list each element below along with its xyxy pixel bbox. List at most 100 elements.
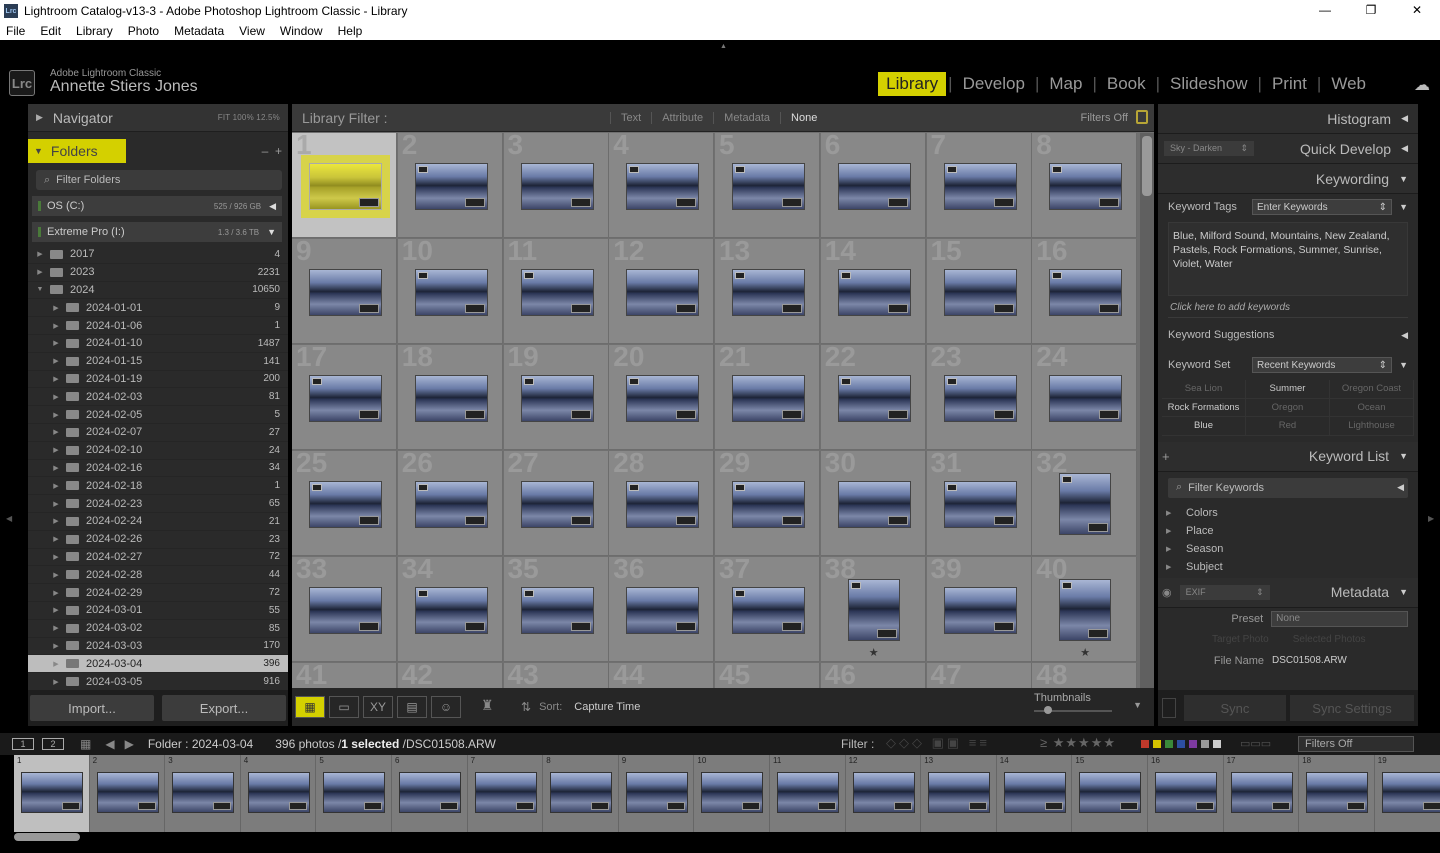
thumbnail-badges-icon[interactable] <box>993 304 1014 313</box>
expanded-triangle-icon[interactable]: ▼ <box>34 286 46 293</box>
filmstrip-cell[interactable]: 18 <box>1299 755 1375 832</box>
grid-cell[interactable]: 2 <box>397 133 503 238</box>
collapsed-triangle-icon[interactable]: ▶ <box>34 250 46 258</box>
folder-row[interactable]: ▶ 2024-02-27 72 <box>28 549 288 567</box>
photo-thumbnail[interactable] <box>837 375 911 422</box>
file-name-value[interactable]: DSC01508.ARW <box>1272 655 1347 666</box>
filmstrip-thumbnail[interactable] <box>399 772 461 813</box>
collapsed-triangle-icon[interactable]: ▶ <box>1166 545 1176 553</box>
main-window-button[interactable]: 1 <box>12 738 34 750</box>
thumbnail-badges-icon[interactable] <box>359 198 379 207</box>
thumbnail-badges-icon[interactable] <box>464 198 485 207</box>
grid-cell[interactable]: 6 <box>820 133 926 238</box>
label-color-blue[interactable] <box>1177 740 1185 748</box>
photo-thumbnail[interactable] <box>626 163 700 210</box>
filter-mode-attribute[interactable]: Attribute <box>651 112 713 124</box>
photo-thumbnail[interactable] <box>301 155 390 218</box>
keyword-suggestions-row[interactable]: Keyword Suggestions ◀ <box>1158 322 1418 348</box>
metadata-badge-icon[interactable] <box>523 590 534 597</box>
histogram-header[interactable]: Histogram ◀ <box>1158 104 1418 134</box>
grid-cell[interactable]: 25 <box>292 447 398 556</box>
filmstrip-thumbnail[interactable] <box>474 772 537 813</box>
filter-keywords-field[interactable]: ⌕ Filter Keywords ◀ <box>1168 477 1408 498</box>
grid-cell[interactable]: 21 <box>715 341 821 450</box>
collapsed-triangle-icon[interactable]: ▶ <box>1166 527 1176 535</box>
metadata-header[interactable]: ◉ EXIF ⇕ Metadata ▼ <box>1158 577 1418 608</box>
folder-row[interactable]: ▶ 2024-01-15 141 <box>28 353 288 371</box>
folder-row[interactable]: ▶ 2024-01-19 200 <box>28 371 288 389</box>
keyword-set-item[interactable]: Lighthouse <box>1330 417 1414 436</box>
metadata-badge-icon[interactable] <box>840 272 851 279</box>
menu-edit[interactable]: Edit <box>40 24 61 38</box>
module-develop[interactable]: Develop <box>955 72 1033 96</box>
metadata-badge-icon[interactable] <box>735 272 745 279</box>
thumbnail-badges-icon[interactable] <box>887 516 908 525</box>
grid-cell[interactable]: 35 <box>503 553 609 662</box>
thumbnail-badges-icon[interactable] <box>993 622 1014 631</box>
grid-cell[interactable]: 27 <box>503 447 609 556</box>
folder-row[interactable]: ▶ 2024-03-01 55 <box>28 602 288 620</box>
navigator-header[interactable]: ▶ Navigator FIT 100% 12.5% <box>28 104 288 132</box>
module-web[interactable]: Web <box>1323 72 1374 96</box>
thumbnail-badges-icon[interactable] <box>887 304 908 313</box>
keyword-set-item[interactable]: Ocean <box>1330 398 1414 417</box>
star-rating-icon[interactable]: ★ <box>1080 646 1090 659</box>
keyword-list-item[interactable]: ▶ Season <box>1158 540 1418 558</box>
photo-thumbnail[interactable] <box>732 587 805 634</box>
keywords-textarea[interactable]: Blue, Milford Sound, Mountains, New Zeal… <box>1168 222 1408 296</box>
collapsed-triangle-icon[interactable]: ▶ <box>50 517 62 525</box>
grid-cell[interactable]: 48 <box>1032 659 1138 688</box>
metadata-badge-icon[interactable] <box>1052 272 1063 279</box>
collapsed-triangle-icon[interactable]: ▶ <box>50 411 62 419</box>
grid-cell[interactable]: 23 <box>926 341 1032 450</box>
folder-row[interactable]: ▶ 2017 4 <box>28 246 288 264</box>
photo-thumbnail[interactable] <box>414 587 488 634</box>
filter-presets-dropdown[interactable]: Filters Off <box>1081 112 1128 124</box>
grid-cell[interactable]: 45 <box>715 659 821 688</box>
thumbnail-badges-icon[interactable] <box>782 304 802 313</box>
photo-thumbnail[interactable] <box>732 375 805 422</box>
filmstrip-thumbnail[interactable] <box>1003 772 1066 813</box>
photo-thumbnail[interactable] <box>414 163 488 210</box>
survey-view-icon[interactable]: ▤ <box>397 696 427 718</box>
collapsed-triangle-icon[interactable]: ▶ <box>50 553 62 561</box>
collapsed-triangle-icon[interactable]: ▶ <box>50 642 62 650</box>
keyword-list-item[interactable]: ▶ Place <box>1158 522 1418 540</box>
filter-mode-text[interactable]: Text <box>610 112 651 124</box>
filter-mode-metadata[interactable]: Metadata <box>713 112 780 124</box>
grid-scrollbar-thumb[interactable] <box>1142 136 1152 196</box>
minimize-button[interactable]: — <box>1302 0 1348 22</box>
forward-arrow-icon[interactable]: ▶ <box>125 737 134 751</box>
filter-folders-field[interactable]: ⌕ Filter Folders <box>36 170 282 190</box>
eye-icon[interactable]: ◉ <box>1162 586 1172 599</box>
metadata-badge-icon[interactable] <box>417 590 428 597</box>
lock-icon[interactable] <box>1136 110 1148 124</box>
metadata-badge-icon[interactable] <box>735 484 745 491</box>
filmstrip-thumbnail[interactable] <box>21 772 83 813</box>
people-view-icon[interactable]: ☺ <box>431 696 461 718</box>
folder-row[interactable]: ▶ 2024-01-06 1 <box>28 317 288 335</box>
grid-cell[interactable]: 11 <box>503 235 609 344</box>
auto-sync-switch[interactable] <box>1162 698 1176 718</box>
module-slideshow[interactable]: Slideshow <box>1162 72 1256 96</box>
thumbnail-badges-icon[interactable] <box>359 304 379 313</box>
folder-row[interactable]: ▶ 2024-02-05 5 <box>28 406 288 424</box>
keyword-set-item[interactable]: Oregon Coast <box>1330 380 1414 399</box>
photo-thumbnail[interactable] <box>1049 163 1123 210</box>
metadata-badge-icon[interactable] <box>1052 166 1063 173</box>
import-button[interactable]: Import... <box>30 695 154 721</box>
metadata-badge-icon[interactable] <box>850 582 861 589</box>
photo-thumbnail[interactable] <box>309 481 382 528</box>
module-book[interactable]: Book <box>1099 72 1154 96</box>
metadata-badge-icon[interactable] <box>523 272 534 279</box>
collapsed-triangle-icon[interactable]: ▶ <box>50 589 62 597</box>
filmstrip-thumbnail[interactable] <box>701 772 764 813</box>
filmstrip-filter-dropdown[interactable]: Filters Off <box>1298 736 1414 752</box>
photo-thumbnail[interactable] <box>1059 579 1112 641</box>
compare-view-icon[interactable]: XY <box>363 696 393 718</box>
photo-thumbnail[interactable] <box>1049 269 1123 316</box>
grid-cell[interactable]: 29 <box>715 447 821 556</box>
metadata-badge-icon[interactable] <box>1062 582 1073 589</box>
collapsed-triangle-icon[interactable]: ▶ <box>50 393 62 401</box>
collapsed-triangle-icon[interactable]: ▶ <box>50 535 62 543</box>
